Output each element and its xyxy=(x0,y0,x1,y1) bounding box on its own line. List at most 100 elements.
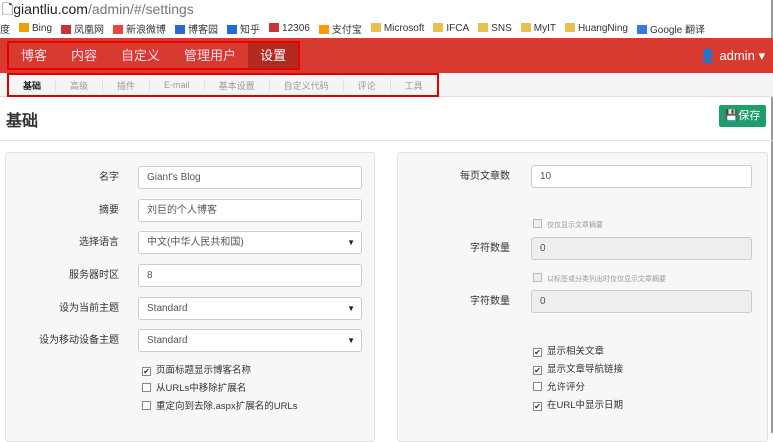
bookmarks-bar: 度 Bing 凤凰网 新浪微博 博客园 知乎 12306 支付宝 Microsoft IFCA SN… xyxy=(0,18,773,38)
bookmark-icon xyxy=(269,22,280,32)
checkbox-label: 允许评分 xyxy=(547,382,586,393)
bookmark-item[interactable]: Bing xyxy=(19,22,53,34)
bookmark-label: MyIT xyxy=(533,22,556,34)
language-select[interactable]: 中文(中华人民共和国) ▼ xyxy=(138,231,362,254)
mobile-theme-label: 设为移动设备主题 xyxy=(39,335,119,346)
caret-icon: ▼ xyxy=(347,336,355,345)
top-nav: 博客 内容 自定义 管理用户 设置 👤 admin ▾ xyxy=(0,38,773,73)
checkbox-label: 页面标题显示博客名称 xyxy=(156,365,252,376)
caret-icon: ▼ xyxy=(347,238,355,247)
char-count-label: 字符数量 xyxy=(470,243,510,254)
theme-label: 设为当前主题 xyxy=(59,303,119,314)
checked-box-icon: ✔ xyxy=(142,367,151,376)
nav-item-4[interactable]: 设置 xyxy=(248,43,299,68)
bookmark-label: IFCA xyxy=(446,22,470,34)
checked-box-icon: ✔ xyxy=(533,366,542,375)
bookmark-item[interactable]: Google 翻译 xyxy=(637,21,705,36)
bookmark-item[interactable]: 新浪微博 xyxy=(113,21,166,36)
bookmark-item[interactable]: 度 xyxy=(0,21,10,36)
timezone-label: 服务器时区 xyxy=(69,270,119,281)
bookmark-icon xyxy=(370,22,381,32)
bookmark-item[interactable]: 博客园 xyxy=(175,21,218,36)
char-count-input[interactable]: 0 xyxy=(531,237,752,260)
right-panel: 每页文章数 10 仅仅显示文章摘要 字符数量 0 以标签或分类列出时仅仅显示文章摘要… xyxy=(397,152,768,442)
checkbox-label: 显示相关文章 xyxy=(547,346,605,357)
nav-item-3[interactable]: 管理用户 xyxy=(172,43,248,68)
bookmark-label: 支付宝 xyxy=(331,24,362,36)
tag-summary-checkbox[interactable]: 以标签或分类列出时仅仅显示文章摘要 xyxy=(533,273,666,287)
bookmark-item[interactable]: 12306 xyxy=(269,22,310,34)
floppy-icon: 💾 xyxy=(724,110,739,122)
nav-item-2[interactable]: 自定义 xyxy=(109,43,172,68)
checkbox-option[interactable]: 重定向到去除.aspx扩展名的URLs xyxy=(142,400,297,414)
checked-box-icon: ✔ xyxy=(533,402,542,411)
subnav-tab-6[interactable]: 评论 xyxy=(344,78,391,92)
user-menu[interactable]: 👤 admin ▾ xyxy=(700,38,765,73)
checkbox-label: 显示文章导航链接 xyxy=(547,364,624,375)
description-input[interactable]: 刘巨的个人博客 xyxy=(138,199,362,222)
subnav-tab-1[interactable]: 高级 xyxy=(56,78,104,92)
bookmark-item[interactable]: 知乎 xyxy=(227,21,260,36)
unchecked-box-icon xyxy=(142,383,151,392)
checkbox-option[interactable]: ✔ 显示文章导航链接 xyxy=(533,363,623,377)
language-label: 选择语言 xyxy=(79,237,119,248)
checkbox-option[interactable]: ✔ 在URL中显示日期 xyxy=(533,399,623,413)
bookmark-icon xyxy=(564,22,575,32)
bookmark-label: Microsoft xyxy=(383,22,425,34)
checked-box-icon: ✔ xyxy=(533,348,542,357)
bookmark-item[interactable]: Microsoft xyxy=(370,22,425,34)
bookmark-item[interactable]: HuangNing xyxy=(564,22,628,34)
checkbox-option[interactable]: 从URLs中移除扩展名 xyxy=(142,382,246,396)
summary-only-checkbox[interactable]: 仅仅显示文章摘要 xyxy=(533,219,603,233)
address-bar[interactable]: 🗋giantliu.com/admin/#/settings xyxy=(0,0,773,18)
subnav-tab-7[interactable]: 工具 xyxy=(391,79,437,92)
sub-nav: 基础 高级 插件 E-mail 基本设置 自定义代码 评论 工具 xyxy=(0,73,773,97)
subnav-tab-0[interactable]: 基础 xyxy=(9,78,57,92)
page-title: 基础 xyxy=(6,113,39,130)
posts-per-page-label: 每页文章数 xyxy=(460,171,510,182)
bookmark-item[interactable]: SNS xyxy=(478,22,512,34)
bookmark-item[interactable]: MyIT xyxy=(520,22,556,34)
posts-per-page-input[interactable]: 10 xyxy=(531,165,752,188)
nav-item-1[interactable]: 内容 xyxy=(59,43,109,68)
bookmark-icon xyxy=(227,24,238,34)
subnav-tab-5[interactable]: 自定义代码 xyxy=(270,78,344,92)
bookmark-label: Bing xyxy=(32,22,53,34)
bookmark-icon xyxy=(478,22,489,32)
desc-label: 摘要 xyxy=(99,205,119,216)
bookmark-label: HuangNing xyxy=(577,22,628,34)
unchecked-box-icon xyxy=(142,401,151,410)
checkbox-option[interactable]: 允许评分 xyxy=(533,381,585,395)
bookmark-item[interactable]: IFCA xyxy=(433,22,470,34)
bookmark-label: 博客园 xyxy=(188,24,219,36)
bookmark-label: 12306 xyxy=(282,22,310,34)
bookmark-label: 凤凰网 xyxy=(74,24,105,36)
bookmark-label: 知乎 xyxy=(240,24,261,36)
name-input[interactable]: Giant's Blog xyxy=(138,166,362,189)
name-label: 名字 xyxy=(99,172,119,183)
bookmark-label: Google 翻译 xyxy=(650,24,706,36)
timezone-input[interactable]: 8 xyxy=(138,264,362,287)
mobile-theme-select[interactable]: Standard ▼ xyxy=(138,329,362,352)
subnav-tab-3[interactable]: E-mail xyxy=(150,80,205,90)
subnav-tab-4[interactable]: 基本设置 xyxy=(205,78,270,92)
char-count-input-2[interactable]: 0 xyxy=(531,290,752,313)
bookmark-item[interactable]: 支付宝 xyxy=(318,21,362,36)
bookmark-icon xyxy=(637,24,647,34)
unchecked-box-icon xyxy=(533,382,542,391)
char-count-label-2: 字符数量 xyxy=(470,296,510,307)
checkbox-option[interactable]: ✔ 页面标题显示博客名称 xyxy=(142,364,251,378)
checkbox-label: 重定向到去除.aspx扩展名的URLs xyxy=(156,401,298,412)
checkbox-option[interactable]: ✔ 显示相关文章 xyxy=(533,345,604,359)
nav-item-0[interactable]: 博客 xyxy=(9,43,59,68)
bookmark-icon xyxy=(433,22,444,32)
subnav-tab-2[interactable]: 插件 xyxy=(103,78,151,92)
bookmark-icon xyxy=(520,22,531,32)
bookmark-item[interactable]: 凤凰网 xyxy=(61,21,104,36)
save-button[interactable]: 💾保存 xyxy=(719,105,766,127)
theme-select[interactable]: Standard ▼ xyxy=(138,297,362,320)
page-icon: 🗋 xyxy=(2,1,14,17)
left-panel: 名字 Giant's Blog 摘要 刘巨的个人博客 选择语言 中文(中华人民共和国)… xyxy=(5,152,375,442)
checkbox-label: 从URLs中移除扩展名 xyxy=(156,383,247,394)
divider xyxy=(0,140,773,141)
